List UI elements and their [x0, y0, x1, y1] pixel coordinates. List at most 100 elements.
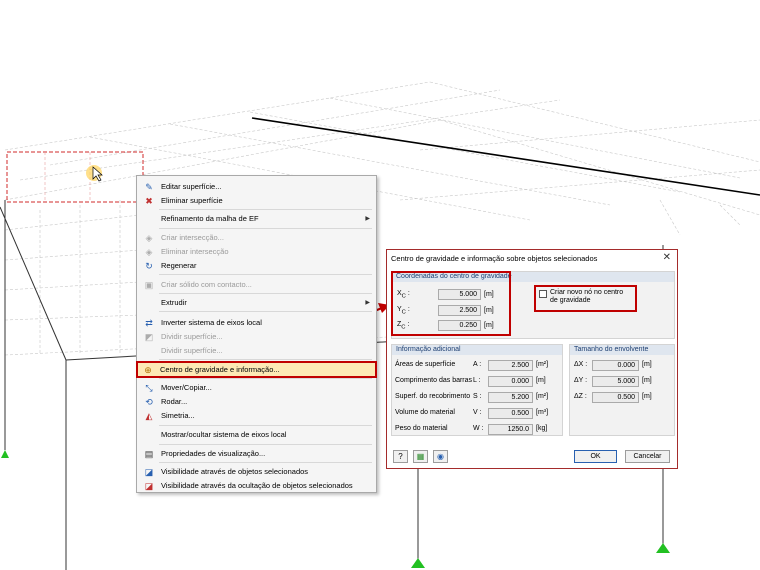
create-node-checkbox[interactable] [539, 290, 547, 298]
xc-unit: [m] [484, 291, 494, 298]
menu-item-edit-surface[interactable]: ✎ Editar superfície... [139, 179, 374, 194]
volume-unit: [m³] [536, 409, 549, 416]
menu-item-toggle-local-axes[interactable]: Mostrar/ocultar sistema de eixos local [139, 427, 374, 442]
menu-item-divide-surface[interactable]: ◩ Dividir superfície... [139, 329, 374, 344]
edit-surface-icon: ✎ [145, 181, 153, 192]
yc-label: YC : [397, 306, 410, 316]
close-icon[interactable]: ✕ [663, 252, 671, 263]
create-solid-icon: ▣ [144, 279, 154, 290]
xc-label: XC : [397, 290, 410, 300]
menu-item-visibility-selected[interactable]: ◪ Visibilidade através de objetos seleci… [139, 464, 374, 479]
coating-unit: [m²] [536, 393, 549, 400]
menu-item-visibility-hide[interactable]: ◪ Visibilidade através da ocultação de o… [139, 478, 374, 493]
menu-separator [159, 444, 372, 445]
envelope-group: Tamanho do envolvente [569, 344, 675, 436]
volume-field[interactable]: 0.500 [488, 408, 533, 419]
menu-item-delete-intersection[interactable]: ◈ Eliminar intersecção [139, 244, 374, 259]
zc-unit: [m] [484, 322, 494, 329]
additional-info-header: Informação adicional [392, 345, 562, 355]
menu-separator [159, 311, 372, 312]
regenerate-icon: ↻ [145, 260, 153, 271]
area-unit: [m²] [536, 361, 549, 368]
yc-field[interactable]: 2.500 [438, 305, 481, 316]
menu-item-invert-axes[interactable]: ⇄ Inverter sistema de eixos local [139, 315, 374, 330]
menu-item-extrude[interactable]: Extrudir ▶ [139, 295, 374, 310]
envelope-sym-z: ΔZ : [574, 393, 587, 400]
weight-field[interactable]: 1250.0 [488, 424, 533, 435]
delta-y-field[interactable]: 5.000 [592, 376, 639, 387]
mouse-cursor [86, 165, 103, 182]
menu-item-delete-surface[interactable]: ✖ Eliminar superfície [139, 193, 374, 208]
info-label-weight: Peso do material [395, 425, 448, 432]
selected-wall-surface [6, 151, 144, 203]
center-of-gravity-dialog: Centro de gravidade e informação sobre o… [386, 249, 678, 469]
area-field[interactable]: 2.500 [488, 360, 533, 371]
move-copy-icon: ⤡ [145, 382, 153, 393]
create-node-label: Criar novo nó no centro de gravidade [550, 289, 624, 304]
divide-surface-icon: ◩ [144, 331, 154, 342]
submenu-arrow-icon: ▶ [365, 300, 370, 306]
envelope-sym-x: ΔX : [574, 361, 588, 368]
menu-separator [159, 209, 372, 210]
delta-x-unit: [m] [642, 361, 652, 368]
length-field[interactable]: 0.000 [488, 376, 533, 387]
envelope-header: Tamanho do envolvente [570, 345, 674, 355]
menu-separator [159, 462, 372, 463]
delta-z-unit: [m] [642, 393, 652, 400]
yc-unit: [m] [484, 307, 494, 314]
display-properties-icon: ▤ [144, 448, 154, 459]
dialog-title: Centro de gravidade e informação sobre o… [391, 254, 598, 263]
info-sym-length: L : [473, 377, 481, 384]
help-icon[interactable]: ? [393, 450, 408, 463]
additional-info-group: Informação adicional [391, 344, 563, 436]
delete-intersection-icon: ◈ [145, 246, 153, 257]
weight-unit: [kg] [536, 425, 548, 432]
delta-x-field[interactable]: 0.000 [592, 360, 639, 371]
info-sym-coating: S : [473, 393, 482, 400]
xc-field[interactable]: 5.000 [438, 289, 481, 300]
menu-item-center-of-gravity[interactable]: ⊕ Centro de gravidade e informação... [136, 361, 377, 378]
envelope-sym-y: ΔY : [574, 377, 588, 384]
delete-surface-icon: ✖ [145, 195, 153, 206]
context-menu: ✎ Editar superfície... ✖ Eliminar superf… [136, 175, 377, 493]
length-unit: [m] [536, 377, 546, 384]
delta-y-unit: [m] [642, 377, 652, 384]
info-label-volume: Volume do material [395, 409, 455, 416]
menu-item-rotate[interactable]: ⟲ Rodar... [139, 394, 374, 409]
visibility-selected-icon: ◪ [144, 466, 154, 477]
menu-item-move-copy[interactable]: ⤡ Mover/Copiar... [139, 380, 374, 395]
submenu-arrow-icon: ▶ [365, 216, 370, 222]
mirror-icon: ◭ [145, 410, 153, 421]
view-icon[interactable]: ◉ [433, 450, 448, 463]
menu-separator [159, 425, 372, 426]
info-sym-weight: W : [473, 425, 484, 432]
create-intersection-icon: ◈ [145, 232, 153, 243]
coating-field[interactable]: 5.200 [488, 392, 533, 403]
menu-item-divide-surface-2[interactable]: Dividir superfície... [139, 343, 374, 358]
center-of-gravity-icon: ⊕ [144, 364, 152, 375]
menu-item-create-intersection[interactable]: ◈ Criar intersecção... [139, 230, 374, 245]
info-sym-volume: V : [473, 409, 482, 416]
menu-separator [159, 274, 372, 275]
menu-item-create-solid[interactable]: ▣ Criar sólido com contacto... [139, 277, 374, 292]
export-table-icon[interactable]: ▦ [413, 450, 428, 463]
rotate-icon: ⟲ [145, 396, 153, 407]
menu-separator [159, 378, 372, 379]
menu-item-mesh-refinement[interactable]: Refinamento da malha de EF ▶ [139, 211, 374, 226]
invert-axes-icon: ⇄ [145, 317, 153, 328]
zc-field[interactable]: 0.250 [438, 320, 481, 331]
visibility-hide-icon: ◪ [144, 480, 154, 491]
menu-separator [159, 228, 372, 229]
info-sym-area: A : [473, 361, 482, 368]
menu-item-mirror[interactable]: ◭ Simetria... [139, 408, 374, 423]
ok-button[interactable]: OK [574, 450, 617, 463]
info-label-length: Comprimento das barras [395, 377, 473, 384]
menu-separator [159, 359, 372, 360]
menu-separator [159, 293, 372, 294]
info-label-area: Áreas de superfície [395, 361, 456, 368]
info-label-coating: Superf. do recobrimento [395, 393, 471, 400]
menu-item-display-properties[interactable]: ▤ Propriedades de visualização... [139, 446, 374, 461]
menu-item-regenerate[interactable]: ↻ Regenerar [139, 258, 374, 273]
cancel-button[interactable]: Cancelar [625, 450, 670, 463]
delta-z-field[interactable]: 0.500 [592, 392, 639, 403]
